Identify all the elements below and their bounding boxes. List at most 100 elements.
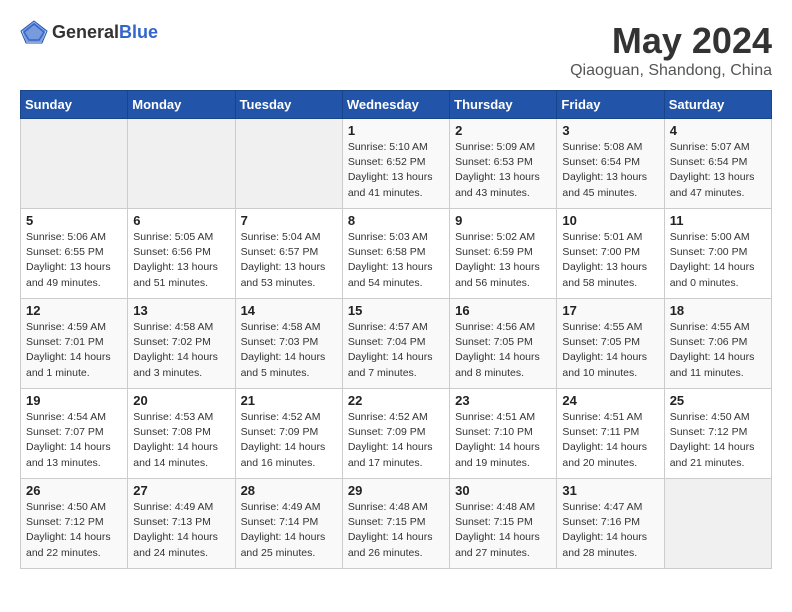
day-info: Sunrise: 4:59 AMSunset: 7:01 PMDaylight:…: [26, 320, 122, 381]
column-header-tuesday: Tuesday: [235, 91, 342, 119]
calendar-cell: 22 Sunrise: 4:52 AMSunset: 7:09 PMDayligh…: [342, 389, 449, 479]
day-info: Sunrise: 5:01 AMSunset: 7:00 PMDaylight:…: [562, 230, 658, 291]
calendar-cell: 27 Sunrise: 4:49 AMSunset: 7:13 PMDayligh…: [128, 479, 235, 569]
logo-text: GeneralBlue: [52, 22, 158, 43]
calendar-header-row: SundayMondayTuesdayWednesdayThursdayFrid…: [21, 91, 772, 119]
day-number: 3: [562, 123, 658, 138]
day-number: 30: [455, 483, 551, 498]
calendar-cell: 3 Sunrise: 5:08 AMSunset: 6:54 PMDaylight…: [557, 119, 664, 209]
page-header: GeneralBlue May 2024 Qiaoguan, Shandong,…: [20, 20, 772, 80]
day-info: Sunrise: 4:58 AMSunset: 7:02 PMDaylight:…: [133, 320, 229, 381]
column-header-saturday: Saturday: [664, 91, 771, 119]
day-info: Sunrise: 4:51 AMSunset: 7:10 PMDaylight:…: [455, 410, 551, 471]
calendar-cell: 17Sunrise: 4:55 AMSunset: 7:05 PMDayligh…: [557, 299, 664, 389]
day-info: Sunrise: 4:49 AMSunset: 7:13 PMDaylight:…: [133, 500, 229, 561]
day-info: Sunrise: 5:10 AMSunset: 6:52 PMDaylight:…: [348, 140, 444, 201]
day-info: Sunrise: 5:08 AMSunset: 6:54 PMDaylight:…: [562, 140, 658, 201]
day-number: 15: [348, 303, 444, 318]
calendar-cell: 26 Sunrise: 4:50 AMSunset: 7:12 PMDayligh…: [21, 479, 128, 569]
day-info: Sunrise: 5:03 AMSunset: 6:58 PMDaylight:…: [348, 230, 444, 291]
day-info: Sunrise: 4:49 AMSunset: 7:14 PMDaylight:…: [241, 500, 337, 561]
calendar-week-row: 26 Sunrise: 4:50 AMSunset: 7:12 PMDayligh…: [21, 479, 772, 569]
logo: GeneralBlue: [20, 20, 158, 44]
day-number: 25: [670, 393, 766, 408]
day-number: 6: [133, 213, 229, 228]
day-info: Sunrise: 4:50 AMSunset: 7:12 PMDaylight:…: [26, 500, 122, 561]
calendar-cell: 9 Sunrise: 5:02 AMSunset: 6:59 PMDaylight…: [450, 209, 557, 299]
day-number: 23: [455, 393, 551, 408]
day-info: Sunrise: 5:07 AMSunset: 6:54 PMDaylight:…: [670, 140, 766, 201]
logo-blue: Blue: [119, 22, 158, 42]
day-number: 10: [562, 213, 658, 228]
day-info: Sunrise: 5:09 AMSunset: 6:53 PMDaylight:…: [455, 140, 551, 201]
day-info: Sunrise: 5:05 AMSunset: 6:56 PMDaylight:…: [133, 230, 229, 291]
day-info: Sunrise: 4:48 AMSunset: 7:15 PMDaylight:…: [455, 500, 551, 561]
day-number: 9: [455, 213, 551, 228]
day-info: Sunrise: 5:02 AMSunset: 6:59 PMDaylight:…: [455, 230, 551, 291]
day-number: 31: [562, 483, 658, 498]
calendar-week-row: 1 Sunrise: 5:10 AMSunset: 6:52 PMDaylight…: [21, 119, 772, 209]
day-number: 5: [26, 213, 122, 228]
calendar-subtitle: Qiaoguan, Shandong, China: [570, 62, 772, 80]
day-info: Sunrise: 4:54 AMSunset: 7:07 PMDaylight:…: [26, 410, 122, 471]
calendar-week-row: 5 Sunrise: 5:06 AMSunset: 6:55 PMDaylight…: [21, 209, 772, 299]
day-number: 26: [26, 483, 122, 498]
column-header-thursday: Thursday: [450, 91, 557, 119]
day-number: 7: [241, 213, 337, 228]
day-info: Sunrise: 5:06 AMSunset: 6:55 PMDaylight:…: [26, 230, 122, 291]
calendar-cell: 16 Sunrise: 4:56 AMSunset: 7:05 PMDayligh…: [450, 299, 557, 389]
day-info: Sunrise: 4:58 AMSunset: 7:03 PMDaylight:…: [241, 320, 337, 381]
day-info: Sunrise: 4:57 AMSunset: 7:04 PMDaylight:…: [348, 320, 444, 381]
calendar-table: SundayMondayTuesdayWednesdayThursdayFrid…: [20, 90, 772, 569]
day-info: Sunrise: 4:50 AMSunset: 7:12 PMDaylight:…: [670, 410, 766, 471]
day-number: 4: [670, 123, 766, 138]
day-number: 1: [348, 123, 444, 138]
calendar-week-row: 19 Sunrise: 4:54 AMSunset: 7:07 PMDayligh…: [21, 389, 772, 479]
calendar-cell: 29Sunrise: 4:48 AMSunset: 7:15 PMDayligh…: [342, 479, 449, 569]
day-info: Sunrise: 4:53 AMSunset: 7:08 PMDaylight:…: [133, 410, 229, 471]
day-info: Sunrise: 4:56 AMSunset: 7:05 PMDaylight:…: [455, 320, 551, 381]
title-block: May 2024 Qiaoguan, Shandong, China: [570, 20, 772, 80]
day-number: 11: [670, 213, 766, 228]
column-header-friday: Friday: [557, 91, 664, 119]
calendar-cell: 13Sunrise: 4:58 AMSunset: 7:02 PMDayligh…: [128, 299, 235, 389]
calendar-cell: [235, 119, 342, 209]
day-info: Sunrise: 4:51 AMSunset: 7:11 PMDaylight:…: [562, 410, 658, 471]
day-number: 27: [133, 483, 229, 498]
calendar-cell: 2Sunrise: 5:09 AMSunset: 6:53 PMDaylight…: [450, 119, 557, 209]
day-number: 19: [26, 393, 122, 408]
calendar-cell: 20Sunrise: 4:53 AMSunset: 7:08 PMDayligh…: [128, 389, 235, 479]
day-number: 16: [455, 303, 551, 318]
day-info: Sunrise: 4:52 AMSunset: 7:09 PMDaylight:…: [348, 410, 444, 471]
day-info: Sunrise: 4:47 AMSunset: 7:16 PMDaylight:…: [562, 500, 658, 561]
calendar-cell: [128, 119, 235, 209]
day-number: 21: [241, 393, 337, 408]
logo-icon: [20, 20, 48, 44]
calendar-cell: 12Sunrise: 4:59 AMSunset: 7:01 PMDayligh…: [21, 299, 128, 389]
day-number: 8: [348, 213, 444, 228]
calendar-cell: 19 Sunrise: 4:54 AMSunset: 7:07 PMDayligh…: [21, 389, 128, 479]
calendar-cell: 6 Sunrise: 5:05 AMSunset: 6:56 PMDaylight…: [128, 209, 235, 299]
day-number: 28: [241, 483, 337, 498]
calendar-cell: 28 Sunrise: 4:49 AMSunset: 7:14 PMDayligh…: [235, 479, 342, 569]
calendar-cell: 4 Sunrise: 5:07 AMSunset: 6:54 PMDaylight…: [664, 119, 771, 209]
calendar-cell: 15 Sunrise: 4:57 AMSunset: 7:04 PMDayligh…: [342, 299, 449, 389]
calendar-cell: 18Sunrise: 4:55 AMSunset: 7:06 PMDayligh…: [664, 299, 771, 389]
day-info: Sunrise: 4:52 AMSunset: 7:09 PMDaylight:…: [241, 410, 337, 471]
calendar-cell: 7Sunrise: 5:04 AMSunset: 6:57 PMDaylight…: [235, 209, 342, 299]
calendar-cell: 11 Sunrise: 5:00 AMSunset: 7:00 PMDayligh…: [664, 209, 771, 299]
day-info: Sunrise: 5:00 AMSunset: 7:00 PMDaylight:…: [670, 230, 766, 291]
calendar-cell: 8 Sunrise: 5:03 AMSunset: 6:58 PMDaylight…: [342, 209, 449, 299]
day-number: 22: [348, 393, 444, 408]
day-number: 18: [670, 303, 766, 318]
calendar-cell: 30 Sunrise: 4:48 AMSunset: 7:15 PMDayligh…: [450, 479, 557, 569]
logo-general: General: [52, 22, 119, 42]
calendar-cell: 14Sunrise: 4:58 AMSunset: 7:03 PMDayligh…: [235, 299, 342, 389]
calendar-cell: 25 Sunrise: 4:50 AMSunset: 7:12 PMDayligh…: [664, 389, 771, 479]
day-number: 17: [562, 303, 658, 318]
calendar-cell: [21, 119, 128, 209]
column-header-sunday: Sunday: [21, 91, 128, 119]
calendar-week-row: 12Sunrise: 4:59 AMSunset: 7:01 PMDayligh…: [21, 299, 772, 389]
column-header-wednesday: Wednesday: [342, 91, 449, 119]
calendar-cell: 5 Sunrise: 5:06 AMSunset: 6:55 PMDaylight…: [21, 209, 128, 299]
